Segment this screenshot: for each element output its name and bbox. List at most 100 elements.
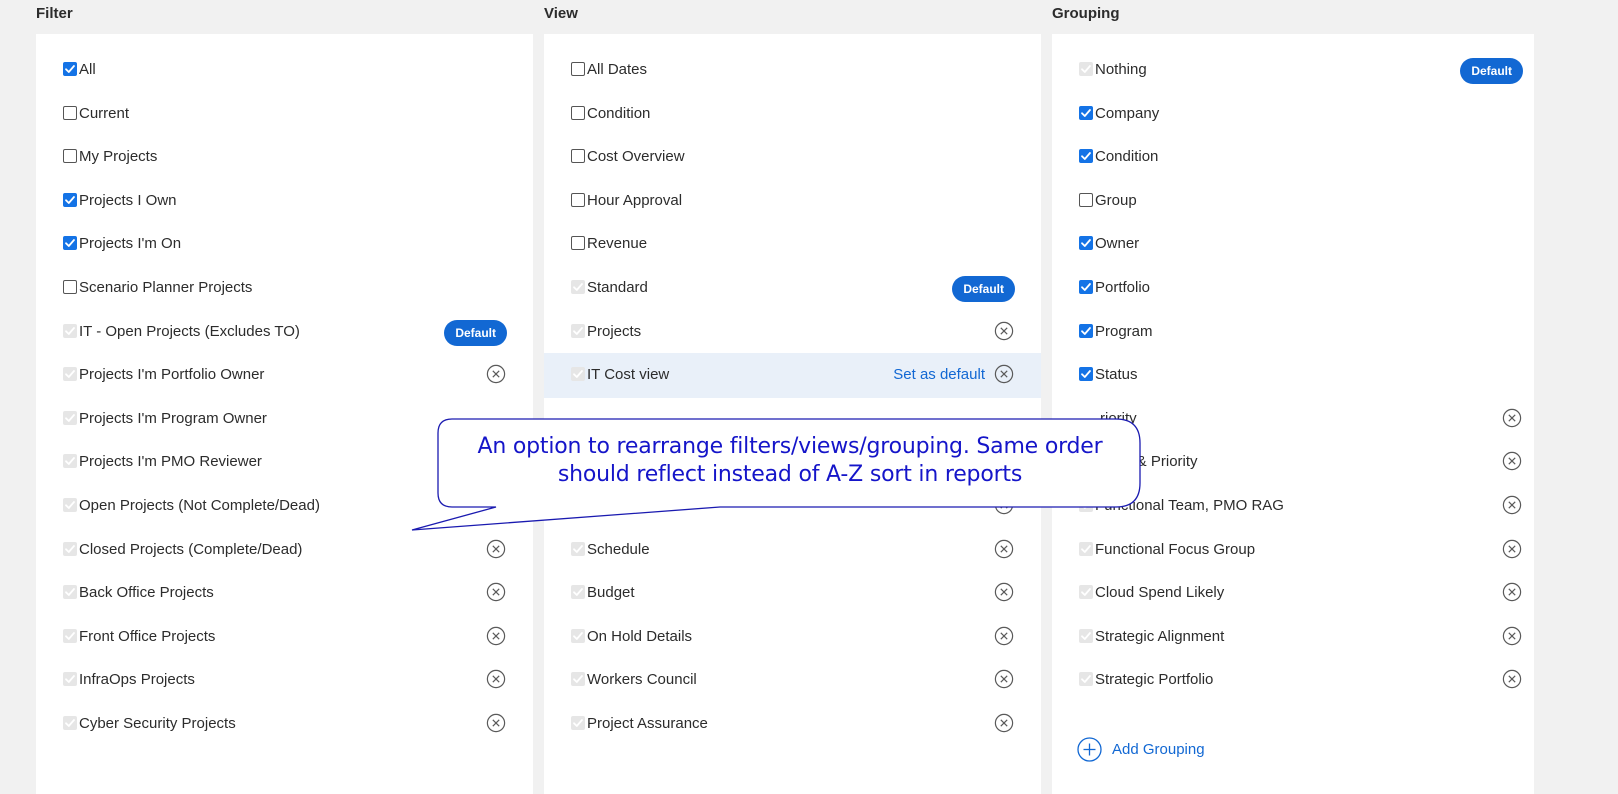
remove-circle-icon[interactable] (1502, 495, 1522, 515)
grouping-item-functional-team-pmo-rag[interactable]: Functional Team, PMO RAG (1052, 484, 1549, 529)
view-checkbox[interactable] (571, 236, 585, 251)
view-item-all-dates[interactable]: All Dates (544, 48, 1041, 93)
grouping-checkbox (1079, 62, 1093, 76)
grouping-item-label: Functional Team, PMO RAG (1095, 497, 1284, 514)
filter-checkbox (63, 585, 77, 600)
view-item-stakeholders[interactable]: Stakeholders (544, 484, 1041, 529)
grouping-item-owner[interactable]: Owner (1052, 222, 1549, 267)
remove-circle-icon[interactable] (486, 582, 506, 602)
filter-item-front-office-projects[interactable]: Front Office Projects (36, 615, 533, 660)
filter-item-all[interactable]: All (36, 48, 533, 93)
grouping-title: Grouping (1052, 5, 1120, 22)
grouping-item-strategic-alignment[interactable]: Strategic Alignment (1052, 615, 1549, 660)
filter-checkbox[interactable] (63, 192, 77, 207)
remove-circle-icon[interactable] (994, 582, 1014, 602)
grouping-item-label: Strategic Alignment (1095, 627, 1225, 645)
grouping-checkbox[interactable] (1079, 367, 1093, 382)
filter-item-open-projects-not-complete-dead[interactable]: Open Projects (Not Complete/Dead) (36, 484, 533, 529)
view-item-hour-approval[interactable]: Hour Approval (544, 179, 1041, 224)
view-checkbox (571, 628, 585, 643)
remove-circle-icon[interactable] (1502, 626, 1522, 646)
grouping-item-condition[interactable]: Condition (1052, 135, 1549, 180)
view-item-label: All Dates (587, 61, 648, 78)
filter-item-cyber-security-projects[interactable]: Cyber Security Projects (36, 702, 533, 747)
remove-circle-icon[interactable] (994, 321, 1014, 341)
remove-circle-icon[interactable] (994, 713, 1014, 733)
filter-item-my-projects[interactable]: My Projects (36, 135, 533, 180)
remove-circle-icon[interactable] (1502, 408, 1522, 428)
grouping-item-strategic-portfolio[interactable]: Strategic Portfolio (1052, 658, 1549, 703)
grouping-checkbox (1079, 498, 1093, 512)
view-checkbox[interactable] (571, 192, 585, 207)
view-item-revenue[interactable]: Revenue (544, 222, 1041, 267)
view-item-projects[interactable]: Projects (544, 310, 1041, 355)
remove-circle-icon[interactable] (1502, 539, 1522, 559)
grouping-checkbox[interactable] (1079, 192, 1093, 207)
filter-item-projects-i-m-on[interactable]: Projects I'm On (36, 222, 533, 267)
view-item-label: Revenue (587, 235, 648, 253)
filter-checkbox[interactable] (63, 62, 77, 76)
filter-item-projects-i-own[interactable]: Projects I Own (36, 179, 533, 224)
grouping-checkbox[interactable] (1079, 323, 1093, 338)
grouping-item-company[interactable]: Company (1052, 92, 1549, 137)
filter-item-closed-projects-complete-dead[interactable]: Closed Projects (Complete/Dead) (36, 528, 533, 573)
grouping-checkbox[interactable] (1079, 280, 1093, 294)
view-checkbox[interactable] (571, 149, 585, 164)
remove-circle-icon[interactable] (486, 669, 506, 689)
grouping-checkbox[interactable] (1079, 236, 1093, 251)
filter-checkbox[interactable] (63, 280, 77, 294)
remove-circle-icon[interactable] (994, 669, 1014, 689)
filter-item-scenario-planner-projects[interactable]: Scenario Planner Projects (36, 266, 533, 311)
view-item-it-cost-view[interactable]: IT Cost view Set as default (544, 353, 1041, 399)
view-item-condition[interactable]: Condition (544, 92, 1041, 137)
callout-text: An option to rearrange filters/views/gro… (440, 433, 1140, 489)
view-item-label: Stakeholders (587, 497, 675, 514)
grouping-checkbox (1079, 672, 1093, 687)
remove-circle-icon[interactable] (1502, 669, 1522, 689)
view-checkbox[interactable] (571, 62, 585, 76)
remove-circle-icon[interactable] (994, 364, 1014, 384)
view-checkbox[interactable] (571, 105, 585, 120)
view-checkbox (571, 672, 585, 687)
remove-circle-icon[interactable] (1502, 451, 1522, 471)
grouping-item-status[interactable]: Status (1052, 353, 1549, 398)
remove-circle-icon[interactable] (994, 495, 1014, 515)
view-title: View (544, 5, 578, 22)
view-item-on-hold-details[interactable]: On Hold Details (544, 615, 1041, 660)
view-item-schedule[interactable]: Schedule (544, 528, 1041, 573)
grouping-panel: Add Grouping Nothing Default Company Condit… (1052, 34, 1534, 794)
view-item-standard[interactable]: Standard Default (544, 266, 1041, 311)
grouping-item-functional-focus-group[interactable]: Functional Focus Group (1052, 528, 1549, 573)
filter-item-back-office-projects[interactable]: Back Office Projects (36, 571, 533, 616)
grouping-checkbox[interactable] (1079, 149, 1093, 164)
filter-checkbox[interactable] (63, 149, 77, 164)
set-as-default-link[interactable]: Set as default (893, 366, 985, 383)
filter-checkbox[interactable] (63, 105, 77, 120)
grouping-item-portfolio[interactable]: Portfolio (1052, 266, 1549, 311)
remove-circle-icon[interactable] (486, 713, 506, 733)
view-item-project-assurance[interactable]: Project Assurance (544, 702, 1041, 747)
remove-circle-icon[interactable] (486, 626, 506, 646)
grouping-item-cloud-spend-likely[interactable]: Cloud Spend Likely (1052, 571, 1549, 616)
view-item-workers-council[interactable]: Workers Council (544, 658, 1041, 703)
filter-item-projects-i-m-portfolio-owner[interactable]: Projects I'm Portfolio Owner (36, 353, 533, 398)
remove-circle-icon[interactable] (486, 539, 506, 559)
grouping-item-group[interactable]: Group (1052, 179, 1549, 224)
callout-line-2: should reflect instead of A-Z sort in re… (557, 462, 1023, 487)
filter-checkbox[interactable] (63, 236, 77, 251)
remove-circle-icon[interactable] (486, 364, 506, 384)
remove-circle-icon[interactable] (994, 539, 1014, 559)
remove-circle-icon[interactable] (1502, 582, 1522, 602)
grouping-item-label: Program (1095, 322, 1153, 340)
add-grouping-button[interactable]: Add Grouping (1077, 737, 1205, 762)
grouping-item-nothing[interactable]: Nothing Default (1052, 48, 1549, 93)
filter-item-infraops-projects[interactable]: InfraOps Projects (36, 658, 533, 703)
view-item-cost-overview[interactable]: Cost Overview (544, 135, 1041, 180)
filter-item-it-open-projects-excludes-to[interactable]: IT - Open Projects (Excludes TO) Default (36, 310, 533, 355)
view-item-budget[interactable]: Budget (544, 571, 1041, 616)
filter-item-current[interactable]: Current (36, 92, 533, 137)
grouping-checkbox[interactable] (1079, 105, 1093, 120)
grouping-item-program[interactable]: Program (1052, 310, 1549, 355)
view-item-label: Budget (587, 584, 635, 602)
remove-circle-icon[interactable] (994, 626, 1014, 646)
